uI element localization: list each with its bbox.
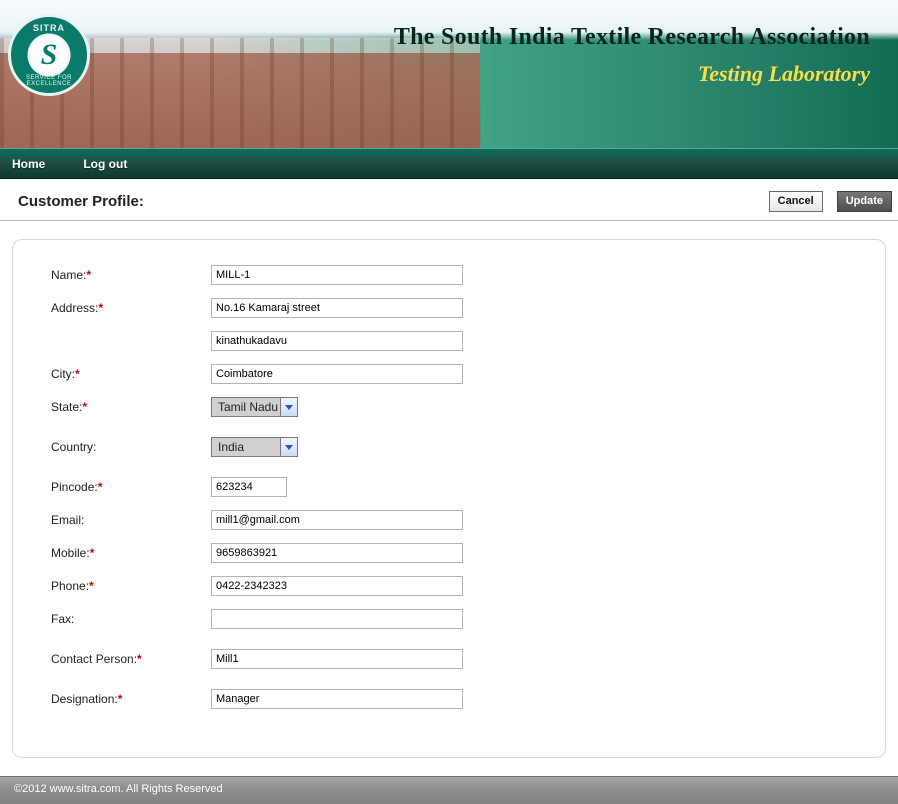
footer-text: ©2012 www.sitra.com. All Rights Reserved <box>14 783 223 795</box>
label-country: Country: <box>51 440 211 454</box>
label-email: Email: <box>51 513 211 527</box>
contact-field[interactable] <box>211 649 463 669</box>
label-name: Name:* <box>51 268 211 282</box>
nav-home[interactable]: Home <box>12 157 45 171</box>
label-designation: Designation:* <box>51 692 211 706</box>
org-subtitle: Testing Laboratory <box>394 61 870 87</box>
pincode-field[interactable] <box>211 477 287 497</box>
nav-logout[interactable]: Log out <box>83 157 127 171</box>
name-field[interactable] <box>211 265 463 285</box>
row-phone: Phone:* <box>51 575 847 597</box>
country-select-value: India <box>218 440 244 454</box>
label-contact: Contact Person:* <box>51 652 211 666</box>
row-pincode: Pincode:* <box>51 476 847 498</box>
org-title: The South India Textile Research Associa… <box>394 24 870 51</box>
cancel-button[interactable]: Cancel <box>769 191 823 212</box>
label-mobile: Mobile:* <box>51 546 211 560</box>
page-header: Customer Profile: Cancel Update <box>0 179 898 221</box>
label-address: Address:* <box>51 301 211 315</box>
page-actions: Cancel Update <box>769 191 892 212</box>
logo-text-top: SITRA <box>11 23 87 33</box>
fax-field[interactable] <box>211 609 463 629</box>
row-state: State:* Tamil Nadu <box>51 396 847 418</box>
header-banner: SITRA S SERVICE FOR EXCELLENCE The South… <box>0 0 898 148</box>
row-contact: Contact Person:* <box>51 648 847 670</box>
address1-field[interactable] <box>211 298 463 318</box>
main-nav: Home Log out <box>0 148 898 179</box>
address2-field[interactable] <box>211 331 463 351</box>
logo-text-bottom: SERVICE FOR EXCELLENCE <box>11 75 87 87</box>
state-select-value: Tamil Nadu <box>218 400 278 414</box>
phone-field[interactable] <box>211 576 463 596</box>
state-select[interactable]: Tamil Nadu <box>211 397 298 417</box>
logo-letter-icon: S <box>41 38 58 72</box>
label-fax: Fax: <box>51 612 211 626</box>
chevron-down-icon <box>280 438 297 456</box>
designation-field[interactable] <box>211 689 463 709</box>
sitra-logo: SITRA S SERVICE FOR EXCELLENCE <box>8 14 90 96</box>
row-mobile: Mobile:* <box>51 542 847 564</box>
mobile-field[interactable] <box>211 543 463 563</box>
email-field[interactable] <box>211 510 463 530</box>
update-button[interactable]: Update <box>837 191 892 212</box>
chevron-down-icon <box>280 398 297 416</box>
label-city: City:* <box>51 367 211 381</box>
row-name: Name:* <box>51 264 847 286</box>
row-country: Country: India <box>51 436 847 458</box>
row-designation: Designation:* <box>51 688 847 710</box>
row-fax: Fax: <box>51 608 847 630</box>
row-address2 <box>51 330 847 352</box>
city-field[interactable] <box>211 364 463 384</box>
row-email: Email: <box>51 509 847 531</box>
banner-titles: The South India Textile Research Associa… <box>394 24 870 87</box>
row-address1: Address:* <box>51 297 847 319</box>
label-state: State:* <box>51 400 211 414</box>
profile-form-card: Name:* Address:* City:* State:* Tamil Na… <box>12 239 886 758</box>
row-city: City:* <box>51 363 847 385</box>
label-phone: Phone:* <box>51 579 211 593</box>
label-pincode: Pincode:* <box>51 480 211 494</box>
country-select[interactable]: India <box>211 437 298 457</box>
page-title: Customer Profile: <box>18 193 144 210</box>
footer: ©2012 www.sitra.com. All Rights Reserved <box>0 776 898 804</box>
